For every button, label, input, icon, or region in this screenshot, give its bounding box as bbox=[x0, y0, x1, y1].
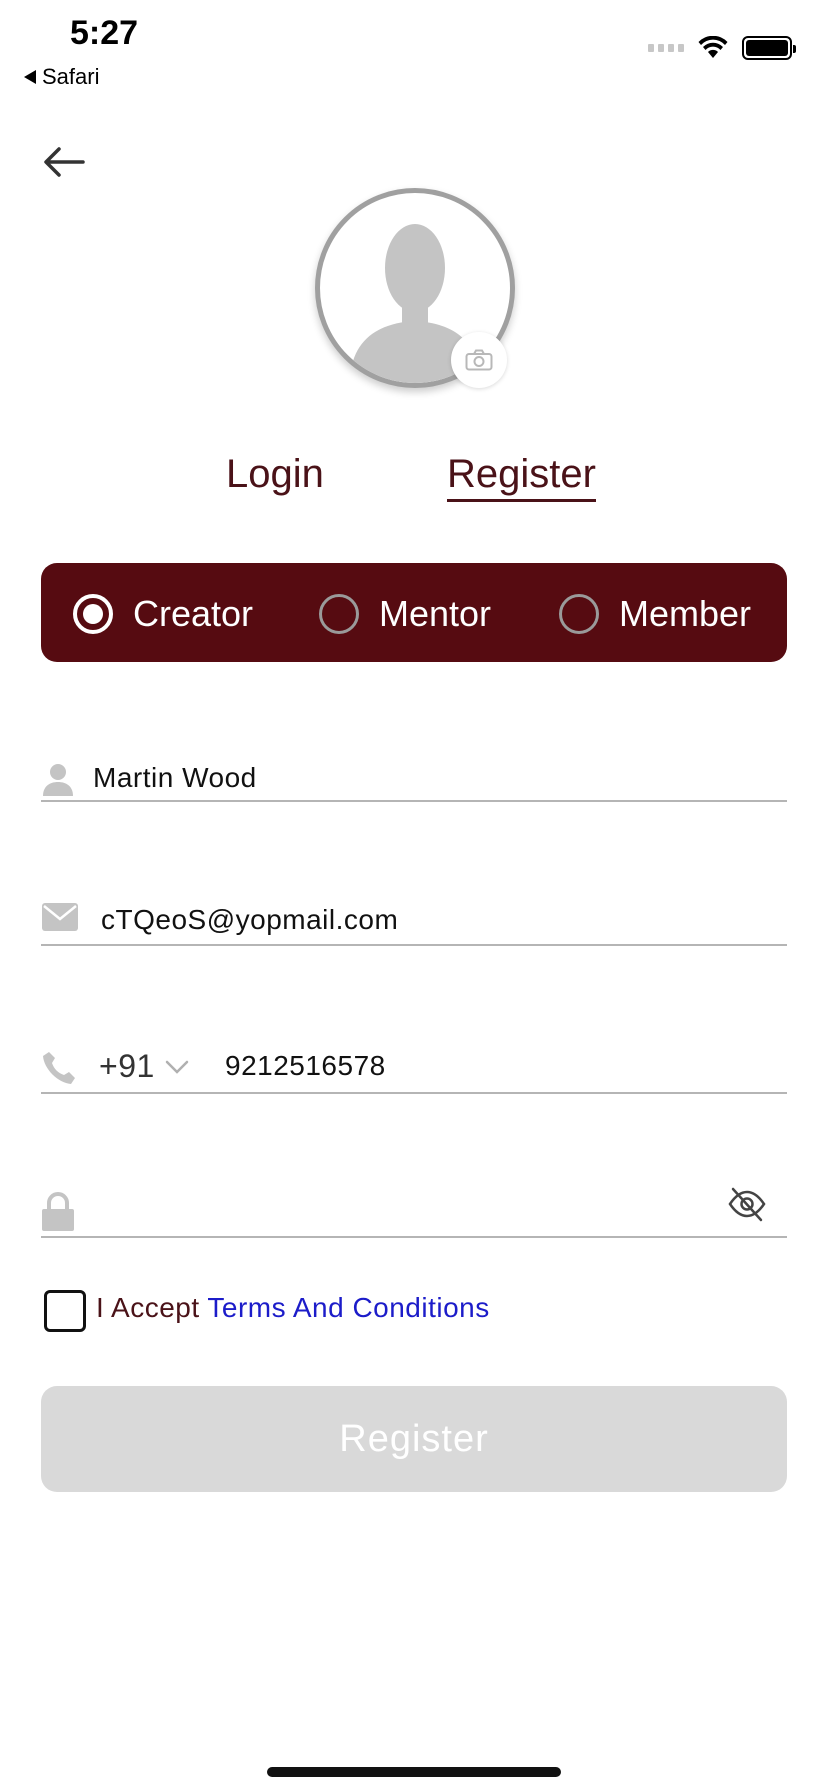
person-icon bbox=[43, 764, 73, 796]
name-value: Martin Wood bbox=[93, 762, 257, 793]
lock-icon bbox=[42, 1192, 74, 1231]
terms-prefix: I Accept bbox=[96, 1292, 208, 1323]
back-button[interactable] bbox=[40, 138, 88, 186]
camera-icon bbox=[465, 349, 493, 371]
country-code-value[interactable]: +91 bbox=[99, 1048, 155, 1085]
battery-icon bbox=[742, 36, 796, 60]
tab-register[interactable]: Register bbox=[447, 452, 596, 502]
arrow-left-icon bbox=[44, 147, 85, 177]
phone-field[interactable]: +91 9212516578 bbox=[41, 1040, 787, 1094]
email-value: cTQeoS@yopmail.com bbox=[101, 904, 399, 935]
role-selector: Creator Mentor Member bbox=[41, 563, 787, 662]
role-label-creator: Creator bbox=[133, 593, 254, 634]
back-triangle-icon bbox=[24, 70, 36, 84]
role-label-member: Member bbox=[619, 593, 752, 634]
status-indicators bbox=[648, 36, 796, 60]
cellular-signal-icon bbox=[648, 44, 684, 52]
terms-text: I Accept Terms And Conditions bbox=[96, 1292, 490, 1324]
change-photo-button[interactable] bbox=[451, 332, 507, 388]
status-time: 5:27 bbox=[70, 14, 139, 52]
phone-icon bbox=[43, 1052, 75, 1084]
mail-icon bbox=[42, 903, 78, 931]
wifi-icon bbox=[698, 36, 728, 58]
register-button[interactable]: Register bbox=[41, 1386, 787, 1492]
home-indicator[interactable] bbox=[267, 1767, 561, 1777]
phone-value[interactable]: 9212516578 bbox=[225, 1050, 386, 1082]
terms-checkbox[interactable] bbox=[44, 1290, 86, 1332]
terms-link[interactable]: Terms And Conditions bbox=[207, 1292, 489, 1323]
tab-login[interactable]: Login bbox=[226, 452, 324, 497]
role-option-creator[interactable]: Creator bbox=[73, 593, 253, 635]
register-screen: 5:27 Safari Login Register Creator Mento… bbox=[0, 0, 828, 1792]
role-option-mentor[interactable]: Mentor bbox=[319, 593, 491, 635]
role-label-mentor: Mentor bbox=[379, 593, 492, 634]
radio-member[interactable] bbox=[559, 594, 599, 634]
role-option-member[interactable]: Member bbox=[559, 593, 751, 635]
back-to-app[interactable]: Safari bbox=[24, 64, 99, 90]
name-field[interactable]: Martin Wood bbox=[41, 756, 787, 802]
radio-creator[interactable] bbox=[73, 594, 113, 634]
back-app-label: Safari bbox=[42, 64, 100, 89]
eye-off-icon[interactable] bbox=[727, 1184, 767, 1224]
password-field[interactable] bbox=[41, 1184, 787, 1238]
chevron-down-icon[interactable] bbox=[165, 1060, 189, 1074]
email-field[interactable]: cTQeoS@yopmail.com bbox=[41, 896, 787, 946]
radio-mentor[interactable] bbox=[319, 594, 359, 634]
